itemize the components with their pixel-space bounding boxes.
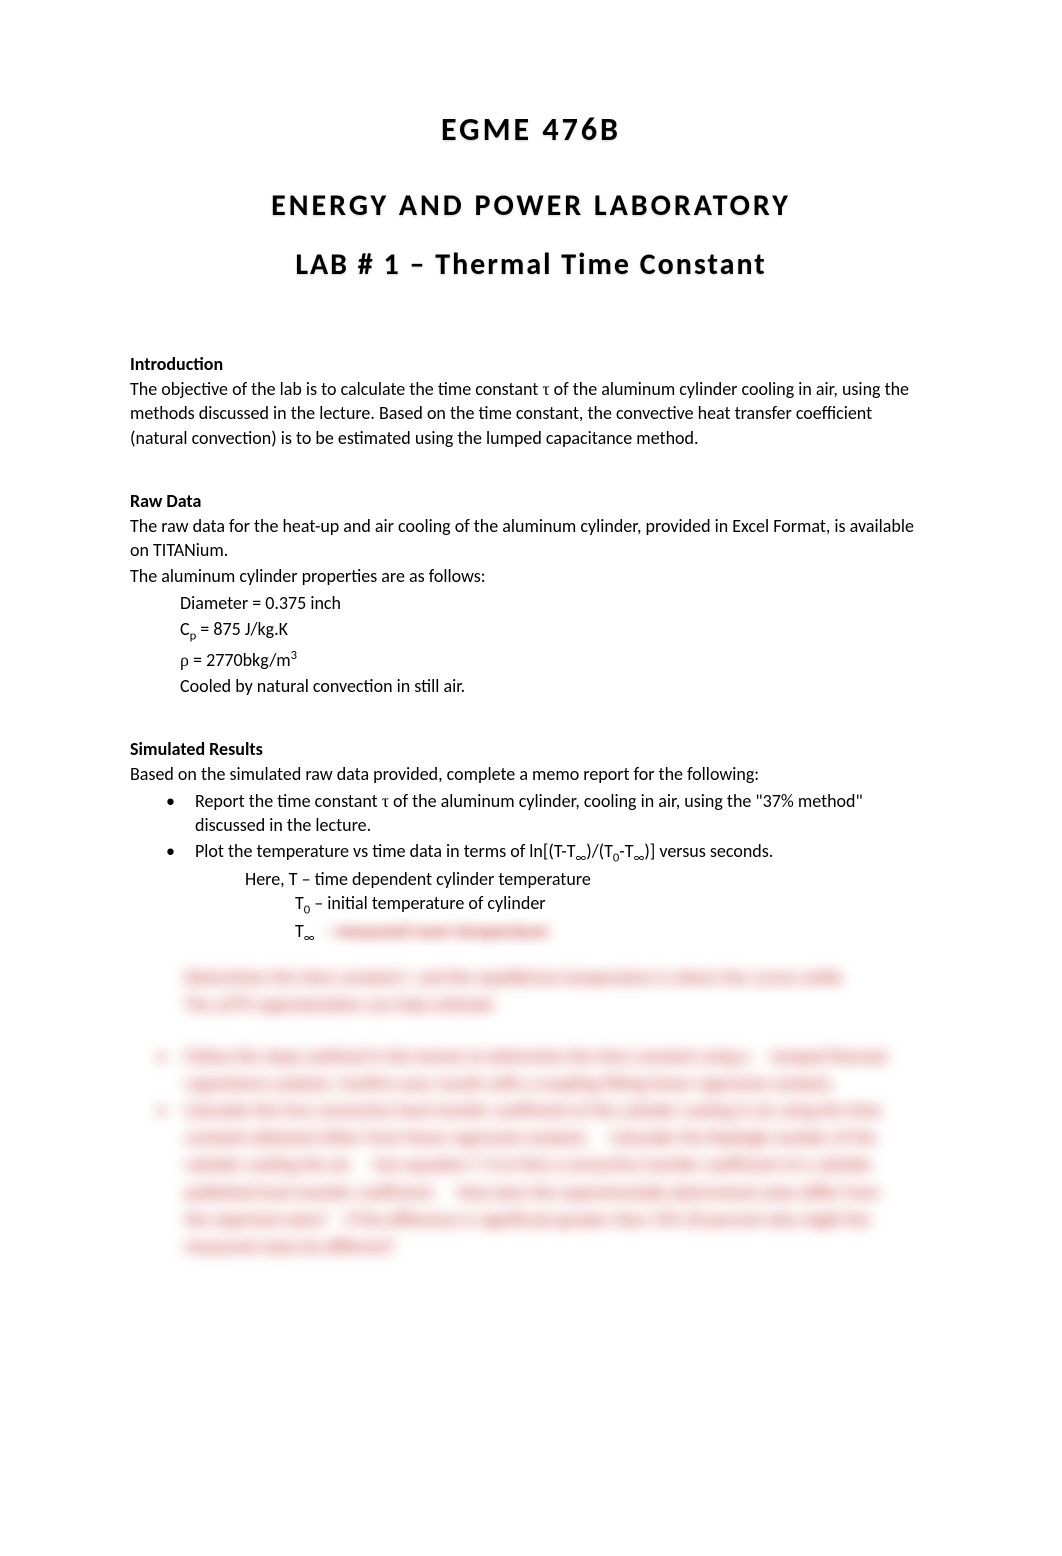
- course-code: EGME 476B: [130, 110, 932, 149]
- raw-data-props-intro: The aluminum cylinder properties are as …: [130, 564, 932, 588]
- bullet2-sub2: T0 – initial temperature of cylinder: [295, 891, 932, 919]
- cooled-text: Cooled by natural convection in still ai…: [180, 674, 932, 698]
- lab-number: LAB # 1 – Thermal Time Constant: [130, 246, 932, 283]
- bullet-item-1: Report the time constant τ of the alumin…: [160, 789, 932, 838]
- simulated-intro: Based on the simulated raw data provided…: [130, 762, 932, 786]
- rho-value: ρ = 2770bkg/m3: [180, 647, 932, 672]
- introduction-heading: Introduction: [130, 353, 932, 375]
- blurred-bullets: • Follow the steps outlined in the lectu…: [185, 1043, 932, 1261]
- introduction-text: The objective of the lab is to calculate…: [130, 377, 932, 450]
- bullet-item-2: Plot the temperature vs time data in ter…: [160, 839, 932, 946]
- bullet2-sub1: Here, T – time dependent cylinder temper…: [245, 867, 932, 891]
- raw-data-intro: The raw data for the heat-up and air coo…: [130, 514, 932, 563]
- bullet2-sub3: T∞ – measured room temperature: [295, 919, 932, 947]
- raw-data-heading: Raw Data: [130, 490, 932, 512]
- cp-value: Cp = 875 J/kg.K: [180, 617, 932, 645]
- diameter-value: Diameter = 0.375 inch: [180, 591, 932, 615]
- simulated-heading: Simulated Results: [130, 738, 932, 760]
- blurred-paragraph-1: Determines the time constant t. and the …: [185, 964, 932, 1018]
- lab-title: ENERGY AND POWER LABORATORY: [130, 187, 932, 224]
